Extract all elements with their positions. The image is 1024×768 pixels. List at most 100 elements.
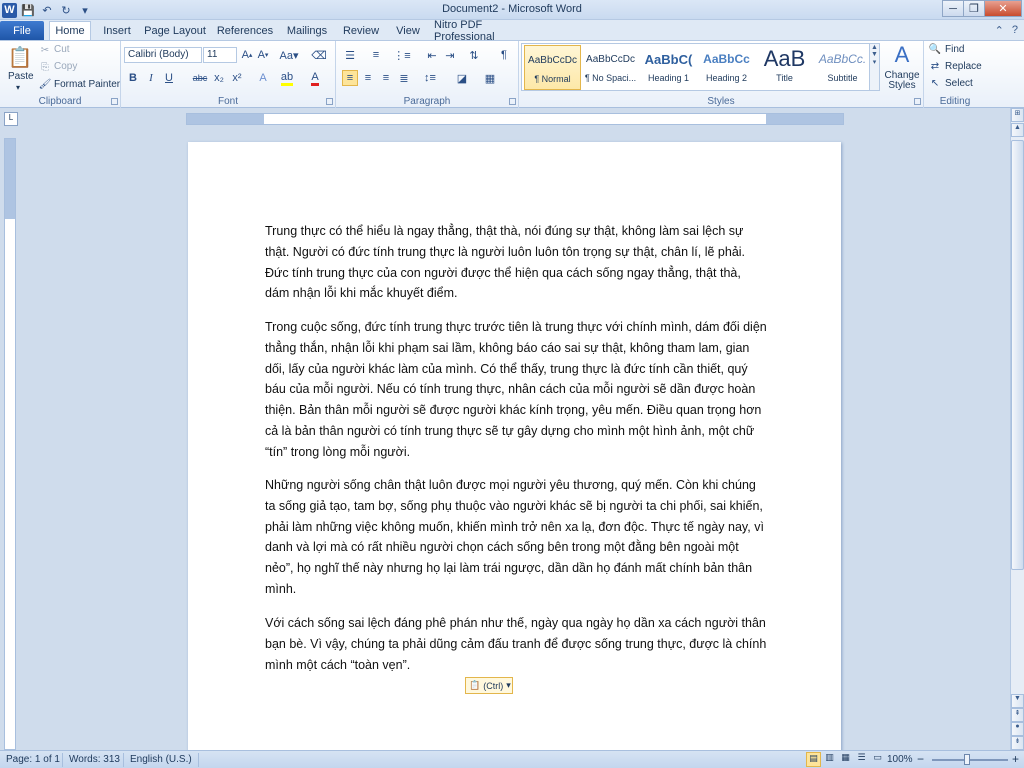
- tab-file[interactable]: File: [0, 21, 44, 40]
- numbering-icon[interactable]: ≡: [368, 47, 384, 63]
- replace-button[interactable]: Replace: [945, 61, 982, 72]
- draft-view-icon[interactable]: ▭: [870, 752, 885, 767]
- paste-dropdown-icon[interactable]: ▾: [16, 83, 20, 92]
- next-page-button[interactable]: ⇟: [1011, 736, 1024, 750]
- styles-gallery-scroll[interactable]: ▲ ▼ ▾: [869, 44, 879, 90]
- tab-mailings[interactable]: Mailings: [282, 21, 332, 40]
- copy-button[interactable]: Copy: [54, 61, 77, 72]
- web-layout-icon[interactable]: ▦: [838, 752, 853, 767]
- font-launcher-icon[interactable]: [326, 98, 333, 105]
- zoom-level[interactable]: 100%: [887, 754, 913, 765]
- tab-home[interactable]: Home: [49, 21, 91, 40]
- style-heading-2[interactable]: AaBbCc Heading 2: [698, 45, 755, 90]
- scrollbar-thumb[interactable]: [1011, 140, 1024, 570]
- change-case-icon[interactable]: Aa▾: [279, 47, 299, 63]
- underline-icon[interactable]: U: [161, 70, 177, 86]
- clear-formatting-icon[interactable]: ⌫: [311, 47, 327, 63]
- close-button[interactable]: ✕: [984, 0, 1022, 17]
- bold-icon[interactable]: B: [125, 70, 141, 86]
- minimize-button[interactable]: ─: [942, 0, 964, 17]
- restore-button[interactable]: ❐: [963, 0, 985, 17]
- multilevel-list-icon[interactable]: ⋮≡: [393, 47, 410, 63]
- vertical-scrollbar[interactable]: ⊞ ▲ ▼ ⇞ ● ⇟: [1010, 108, 1024, 750]
- align-right-icon[interactable]: ≡: [378, 70, 394, 86]
- cut-button[interactable]: Cut: [54, 44, 70, 55]
- tab-selector-button[interactable]: L: [4, 112, 18, 126]
- tab-view[interactable]: View: [390, 21, 426, 40]
- bullets-icon[interactable]: ☰: [342, 47, 358, 63]
- sort-icon[interactable]: ⇅: [466, 47, 482, 63]
- outline-view-icon[interactable]: ☰: [854, 752, 869, 767]
- increase-indent-icon[interactable]: ⇥: [442, 47, 458, 63]
- paste-options-label: (Ctrl): [483, 680, 504, 691]
- superscript-icon[interactable]: x²: [229, 70, 245, 86]
- document-paragraph[interactable]: Những người sống chân thật luôn được mọi…: [265, 475, 767, 600]
- word-count[interactable]: Words: 313: [69, 754, 120, 765]
- document-paragraph[interactable]: Với cách sống sai lệch đáng phê phán như…: [265, 613, 767, 675]
- scroll-down-button[interactable]: ▼: [1011, 694, 1024, 708]
- print-layout-view-icon[interactable]: ▤: [806, 752, 821, 767]
- page-count[interactable]: Page: 1 of 1: [6, 754, 60, 765]
- paste-icon[interactable]: 📋: [8, 45, 33, 69]
- align-center-icon[interactable]: ≡: [360, 70, 376, 86]
- paragraph-group: ☰ ≡ ⋮≡ ⇤ ⇥ ⇅ ¶ ≡ ≡ ≡ ≣ ↕≡ ◪ ▦ Paragraph: [336, 41, 519, 108]
- clipboard-launcher-icon[interactable]: [111, 98, 118, 105]
- select-button[interactable]: Select: [945, 78, 973, 89]
- paste-button[interactable]: Paste: [8, 71, 34, 82]
- tab-review[interactable]: Review: [339, 21, 383, 40]
- window-title: Document2 - Microsoft Word: [442, 3, 582, 15]
- zoom-in-button[interactable]: +: [1012, 752, 1019, 766]
- style-title[interactable]: AaB Title: [756, 45, 813, 90]
- previous-page-button[interactable]: ⇞: [1011, 708, 1024, 722]
- style-normal[interactable]: AaBbCcDc ¶ Normal: [524, 45, 581, 90]
- find-icon: 🔍: [928, 43, 942, 55]
- full-screen-reading-icon[interactable]: ▥: [822, 752, 837, 767]
- shrink-font-icon[interactable]: A ▾: [255, 47, 271, 63]
- scroll-up-button[interactable]: ▲: [1011, 123, 1024, 137]
- subscript-icon[interactable]: x₂: [211, 70, 227, 86]
- tab-nitro-pdf[interactable]: Nitro PDF Professional: [434, 19, 540, 43]
- document-paragraph[interactable]: Trong cuộc sống, đức tính trung thực trư…: [265, 317, 767, 463]
- minimize-ribbon-icon[interactable]: ⌃: [995, 24, 1004, 37]
- borders-icon[interactable]: ▦: [482, 70, 498, 86]
- align-left-icon[interactable]: ≡: [342, 70, 358, 86]
- vertical-ruler[interactable]: [4, 138, 16, 750]
- font-size-select[interactable]: 11: [203, 47, 237, 63]
- help-icon[interactable]: ?: [1012, 24, 1018, 37]
- shading-icon[interactable]: ◪: [454, 70, 470, 86]
- paste-options-button[interactable]: 📋 (Ctrl) ▾: [465, 677, 513, 694]
- format-painter-button[interactable]: Format Painter: [54, 79, 120, 90]
- style-subtitle[interactable]: AaBbCc. Subtitle: [814, 45, 871, 90]
- font-name-select[interactable]: Calibri (Body): [124, 47, 202, 63]
- styles-launcher-icon[interactable]: [914, 98, 921, 105]
- document-page[interactable]: Trung thực có thể hiểu là ngay thẳng, th…: [188, 142, 841, 752]
- tab-references[interactable]: References: [214, 21, 276, 40]
- justify-icon[interactable]: ≣: [396, 70, 412, 86]
- zoom-slider-thumb[interactable]: [964, 754, 970, 765]
- style-heading-1[interactable]: AaBbC( Heading 1: [640, 45, 697, 90]
- style-no-spacing[interactable]: AaBbCcDc ¶ No Spaci...: [582, 45, 639, 90]
- tab-insert[interactable]: Insert: [96, 21, 138, 40]
- change-styles-button[interactable]: Change Styles: [884, 71, 920, 91]
- document-paragraph[interactable]: Trung thực có thể hiểu là ngay thẳng, th…: [265, 221, 767, 304]
- find-button[interactable]: Find: [945, 44, 964, 55]
- ruler-toggle-icon[interactable]: ⊞: [1011, 108, 1024, 122]
- text-effects-icon[interactable]: A: [255, 70, 271, 86]
- italic-icon[interactable]: I: [143, 70, 159, 86]
- font-color-icon[interactable]: A: [307, 70, 323, 86]
- grow-font-icon[interactable]: A ▴: [239, 47, 255, 63]
- zoom-slider[interactable]: [932, 759, 1008, 761]
- horizontal-ruler[interactable]: [186, 113, 844, 125]
- language-indicator[interactable]: English (U.S.): [130, 754, 192, 765]
- show-formatting-icon[interactable]: ¶: [496, 47, 512, 63]
- line-spacing-icon[interactable]: ↕≡: [422, 70, 438, 86]
- zoom-out-button[interactable]: −: [917, 752, 924, 766]
- editing-label: Editing: [939, 96, 971, 107]
- tab-page-layout[interactable]: Page Layout: [143, 21, 207, 40]
- highlight-icon[interactable]: ab: [279, 70, 295, 86]
- editing-group: 🔍 Find ⇄ Replace ↖ Select Editing: [924, 41, 986, 108]
- strikethrough-icon[interactable]: abc: [191, 70, 209, 86]
- paragraph-launcher-icon[interactable]: [509, 98, 516, 105]
- decrease-indent-icon[interactable]: ⇤: [424, 47, 440, 63]
- select-browse-object-button[interactable]: ●: [1011, 722, 1024, 736]
